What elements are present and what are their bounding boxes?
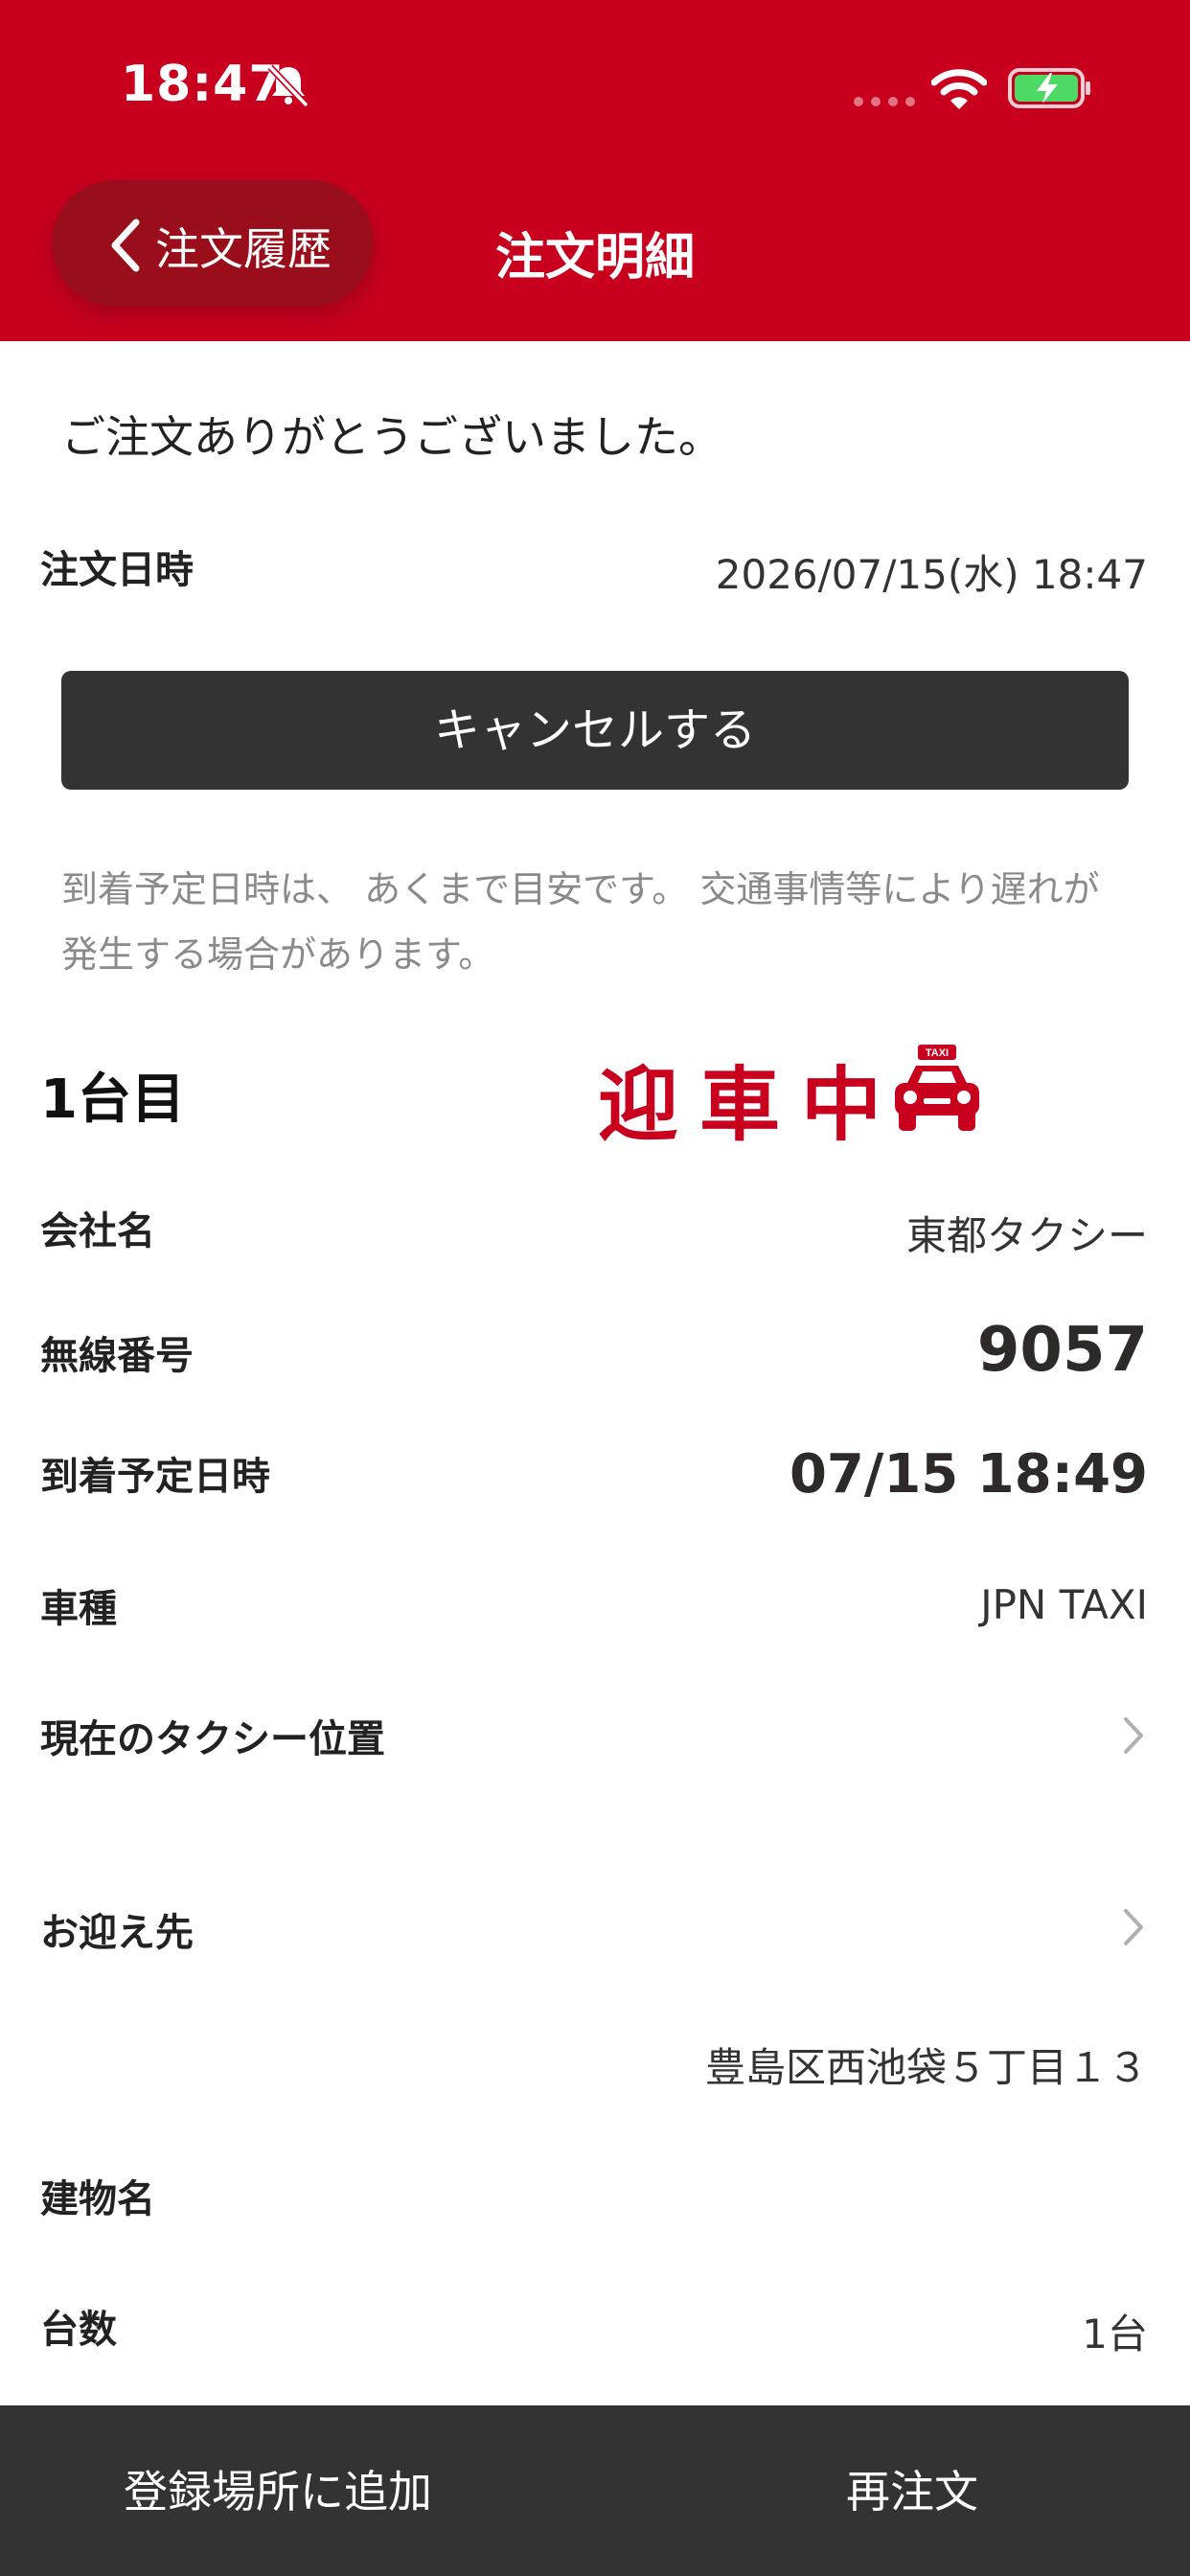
- cancel-button[interactable]: キャンセルする: [61, 671, 1129, 790]
- radio-number-label: 無線番号: [40, 1334, 194, 1378]
- header-bar: 18:47 注文履歴 注文明細: [0, 0, 1190, 341]
- add-to-saved-places-button[interactable]: 登録場所に追加: [0, 2457, 556, 2520]
- page-title: 注文明細: [494, 229, 695, 287]
- taxi-location-link[interactable]: 現在のタクシー位置: [0, 1677, 1190, 1792]
- thanks-message: ご注文ありがとうございました。: [61, 411, 722, 463]
- chevron-right-icon: [1124, 1717, 1143, 1754]
- count-label: 台数: [40, 2308, 117, 2352]
- company-label: 会社名: [40, 1209, 155, 1254]
- eta-value: 07/15 18:49: [789, 1443, 1148, 1506]
- status-badge: 迎車中: [598, 1058, 904, 1152]
- bottom-action-bar: 登録場所に追加 再注文: [0, 2405, 1190, 2576]
- status-time: 18:47: [121, 56, 285, 113]
- radio-number-value: 9057: [976, 1315, 1148, 1386]
- building-label: 建物名: [40, 2177, 155, 2221]
- chevron-right-icon: [1124, 1909, 1143, 1945]
- eta-label: 到着予定日時: [40, 1455, 270, 1499]
- count-value: 1台: [1082, 2311, 1148, 2358]
- bell-muted-icon: [267, 64, 309, 108]
- pickup-address: 豊島区西池袋５丁目１３: [704, 2044, 1148, 2091]
- eta-notice: 到着予定日時は、 あくまで目安です。 交通事情等により遅れが発生する場合がありま…: [61, 868, 1100, 976]
- wifi-icon: [931, 69, 987, 109]
- pickup-label: お迎え先: [40, 1911, 194, 1955]
- taxi-location-label: 現在のタクシー位置: [40, 1717, 385, 1761]
- taxi-icon: TAXI: [895, 1045, 979, 1131]
- order-datetime-label: 注文日時: [40, 548, 194, 592]
- battery-charging-icon: [1008, 68, 1090, 108]
- order-datetime-value: 2026/07/15(水) 18:47: [715, 551, 1148, 598]
- company-value: 東都タクシー: [905, 1212, 1148, 1259]
- car-type-value: JPN TAXI: [980, 1581, 1148, 1628]
- reorder-button[interactable]: 再注文: [634, 2457, 1190, 2520]
- cellular-signal-icon: [854, 97, 915, 106]
- pickup-link[interactable]: お迎え先: [0, 1869, 1190, 1984]
- taxi-sign-text: TAXI: [926, 1047, 949, 1059]
- car-type-label: 車種: [40, 1587, 117, 1631]
- vehicle-index: 1台目: [40, 1069, 185, 1131]
